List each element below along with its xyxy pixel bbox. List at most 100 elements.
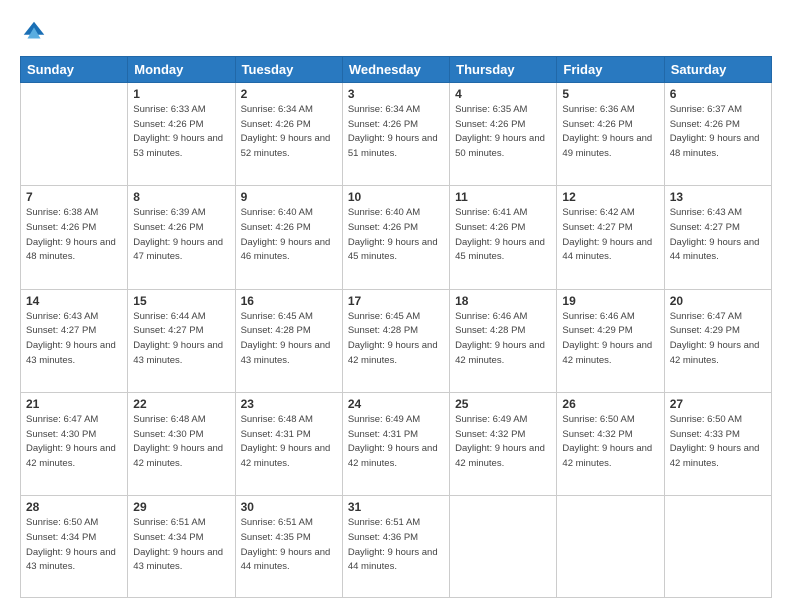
calendar-cell: 5 Sunrise: 6:36 AMSunset: 4:26 PMDaylight… xyxy=(557,83,664,186)
day-info: Sunrise: 6:51 AMSunset: 4:34 PMDaylight:… xyxy=(133,516,229,575)
day-number: 10 xyxy=(348,190,444,204)
day-info: Sunrise: 6:45 AMSunset: 4:28 PMDaylight:… xyxy=(348,310,444,369)
day-info: Sunrise: 6:43 AMSunset: 4:27 PMDaylight:… xyxy=(26,310,122,369)
day-number: 6 xyxy=(670,87,766,101)
day-number: 27 xyxy=(670,397,766,411)
day-info: Sunrise: 6:46 AMSunset: 4:28 PMDaylight:… xyxy=(455,310,551,369)
calendar-cell xyxy=(557,496,664,598)
day-info: Sunrise: 6:42 AMSunset: 4:27 PMDaylight:… xyxy=(562,206,658,265)
calendar-header-tuesday: Tuesday xyxy=(235,57,342,83)
day-info: Sunrise: 6:50 AMSunset: 4:32 PMDaylight:… xyxy=(562,413,658,472)
calendar-cell: 29 Sunrise: 6:51 AMSunset: 4:34 PMDayligh… xyxy=(128,496,235,598)
calendar-cell xyxy=(450,496,557,598)
day-number: 28 xyxy=(26,500,122,514)
day-number: 30 xyxy=(241,500,337,514)
day-number: 14 xyxy=(26,294,122,308)
day-info: Sunrise: 6:34 AMSunset: 4:26 PMDaylight:… xyxy=(241,103,337,162)
calendar-cell: 3Sunrise: 6:34 AMSunset: 4:26 PMDaylight… xyxy=(342,83,449,186)
calendar-cell: 13Sunrise: 6:43 AMSunset: 4:27 PMDayligh… xyxy=(664,186,771,289)
day-info: Sunrise: 6:46 AMSunset: 4:29 PMDaylight:… xyxy=(562,310,658,369)
header xyxy=(20,18,772,46)
day-number: 1 xyxy=(133,87,229,101)
calendar-table: SundayMondayTuesdayWednesdayThursdayFrid… xyxy=(20,56,772,598)
day-number: 20 xyxy=(670,294,766,308)
day-info: Sunrise: 6:51 AMSunset: 4:36 PMDaylight:… xyxy=(348,516,444,575)
calendar-week-row: 14 Sunrise: 6:43 AMSunset: 4:27 PMDayligh… xyxy=(21,289,772,392)
calendar-header-thursday: Thursday xyxy=(450,57,557,83)
day-number: 11 xyxy=(455,190,551,204)
day-info: Sunrise: 6:37 AMSunset: 4:26 PMDaylight:… xyxy=(670,103,766,162)
day-info: Sunrise: 6:35 AMSunset: 4:26 PMDaylight:… xyxy=(455,103,551,162)
calendar-cell: 15 Sunrise: 6:44 AMSunset: 4:27 PMDayligh… xyxy=(128,289,235,392)
calendar-cell: 10 Sunrise: 6:40 AMSunset: 4:26 PMDayligh… xyxy=(342,186,449,289)
day-info: Sunrise: 6:40 AMSunset: 4:26 PMDaylight:… xyxy=(241,206,337,265)
logo-icon xyxy=(20,18,48,46)
day-info: Sunrise: 6:45 AMSunset: 4:28 PMDaylight:… xyxy=(241,310,337,369)
calendar-cell: 4 Sunrise: 6:35 AMSunset: 4:26 PMDaylight… xyxy=(450,83,557,186)
calendar-cell xyxy=(21,83,128,186)
day-number: 7 xyxy=(26,190,122,204)
calendar-week-row: 7 Sunrise: 6:38 AMSunset: 4:26 PMDaylight… xyxy=(21,186,772,289)
day-info: Sunrise: 6:41 AMSunset: 4:26 PMDaylight:… xyxy=(455,206,551,265)
day-info: Sunrise: 6:39 AMSunset: 4:26 PMDaylight:… xyxy=(133,206,229,265)
calendar-cell: 16 Sunrise: 6:45 AMSunset: 4:28 PMDayligh… xyxy=(235,289,342,392)
calendar-week-row: 1 Sunrise: 6:33 AMSunset: 4:26 PMDaylight… xyxy=(21,83,772,186)
logo xyxy=(20,18,52,46)
day-number: 15 xyxy=(133,294,229,308)
day-info: Sunrise: 6:48 AMSunset: 4:30 PMDaylight:… xyxy=(133,413,229,472)
day-info: Sunrise: 6:36 AMSunset: 4:26 PMDaylight:… xyxy=(562,103,658,162)
calendar-cell: 18Sunrise: 6:46 AMSunset: 4:28 PMDayligh… xyxy=(450,289,557,392)
calendar-cell: 2 Sunrise: 6:34 AMSunset: 4:26 PMDaylight… xyxy=(235,83,342,186)
day-info: Sunrise: 6:48 AMSunset: 4:31 PMDaylight:… xyxy=(241,413,337,472)
calendar-cell: 9 Sunrise: 6:40 AMSunset: 4:26 PMDaylight… xyxy=(235,186,342,289)
day-number: 9 xyxy=(241,190,337,204)
day-info: Sunrise: 6:33 AMSunset: 4:26 PMDaylight:… xyxy=(133,103,229,162)
calendar-cell: 31 Sunrise: 6:51 AMSunset: 4:36 PMDayligh… xyxy=(342,496,449,598)
calendar-cell: 1 Sunrise: 6:33 AMSunset: 4:26 PMDaylight… xyxy=(128,83,235,186)
day-info: Sunrise: 6:44 AMSunset: 4:27 PMDaylight:… xyxy=(133,310,229,369)
day-info: Sunrise: 6:50 AMSunset: 4:34 PMDaylight:… xyxy=(26,516,122,575)
calendar-cell: 17 Sunrise: 6:45 AMSunset: 4:28 PMDayligh… xyxy=(342,289,449,392)
day-info: Sunrise: 6:50 AMSunset: 4:33 PMDaylight:… xyxy=(670,413,766,472)
day-number: 24 xyxy=(348,397,444,411)
day-number: 31 xyxy=(348,500,444,514)
calendar-header-sunday: Sunday xyxy=(21,57,128,83)
day-number: 2 xyxy=(241,87,337,101)
day-info: Sunrise: 6:40 AMSunset: 4:26 PMDaylight:… xyxy=(348,206,444,265)
calendar-cell: 14 Sunrise: 6:43 AMSunset: 4:27 PMDayligh… xyxy=(21,289,128,392)
calendar-cell: 8 Sunrise: 6:39 AMSunset: 4:26 PMDaylight… xyxy=(128,186,235,289)
calendar-cell: 24 Sunrise: 6:49 AMSunset: 4:31 PMDayligh… xyxy=(342,392,449,495)
day-number: 17 xyxy=(348,294,444,308)
calendar-cell: 7 Sunrise: 6:38 AMSunset: 4:26 PMDaylight… xyxy=(21,186,128,289)
page: SundayMondayTuesdayWednesdayThursdayFrid… xyxy=(0,0,792,612)
calendar-header-monday: Monday xyxy=(128,57,235,83)
calendar-cell: 26 Sunrise: 6:50 AMSunset: 4:32 PMDayligh… xyxy=(557,392,664,495)
calendar-cell: 20Sunrise: 6:47 AMSunset: 4:29 PMDayligh… xyxy=(664,289,771,392)
day-number: 22 xyxy=(133,397,229,411)
calendar-header-row: SundayMondayTuesdayWednesdayThursdayFrid… xyxy=(21,57,772,83)
day-number: 25 xyxy=(455,397,551,411)
calendar-header-wednesday: Wednesday xyxy=(342,57,449,83)
day-number: 12 xyxy=(562,190,658,204)
calendar-week-row: 28 Sunrise: 6:50 AMSunset: 4:34 PMDayligh… xyxy=(21,496,772,598)
calendar-body: 1 Sunrise: 6:33 AMSunset: 4:26 PMDaylight… xyxy=(21,83,772,598)
day-number: 4 xyxy=(455,87,551,101)
day-number: 19 xyxy=(562,294,658,308)
day-info: Sunrise: 6:49 AMSunset: 4:32 PMDaylight:… xyxy=(455,413,551,472)
calendar-cell xyxy=(664,496,771,598)
calendar-cell: 25 Sunrise: 6:49 AMSunset: 4:32 PMDayligh… xyxy=(450,392,557,495)
day-number: 29 xyxy=(133,500,229,514)
day-number: 26 xyxy=(562,397,658,411)
calendar-cell: 28 Sunrise: 6:50 AMSunset: 4:34 PMDayligh… xyxy=(21,496,128,598)
calendar-cell: 6 Sunrise: 6:37 AMSunset: 4:26 PMDaylight… xyxy=(664,83,771,186)
day-number: 16 xyxy=(241,294,337,308)
calendar-header-friday: Friday xyxy=(557,57,664,83)
day-info: Sunrise: 6:47 AMSunset: 4:30 PMDaylight:… xyxy=(26,413,122,472)
calendar-cell: 22 Sunrise: 6:48 AMSunset: 4:30 PMDayligh… xyxy=(128,392,235,495)
day-info: Sunrise: 6:49 AMSunset: 4:31 PMDaylight:… xyxy=(348,413,444,472)
day-number: 21 xyxy=(26,397,122,411)
day-info: Sunrise: 6:38 AMSunset: 4:26 PMDaylight:… xyxy=(26,206,122,265)
day-number: 5 xyxy=(562,87,658,101)
day-number: 8 xyxy=(133,190,229,204)
day-info: Sunrise: 6:34 AMSunset: 4:26 PMDaylight:… xyxy=(348,103,444,162)
